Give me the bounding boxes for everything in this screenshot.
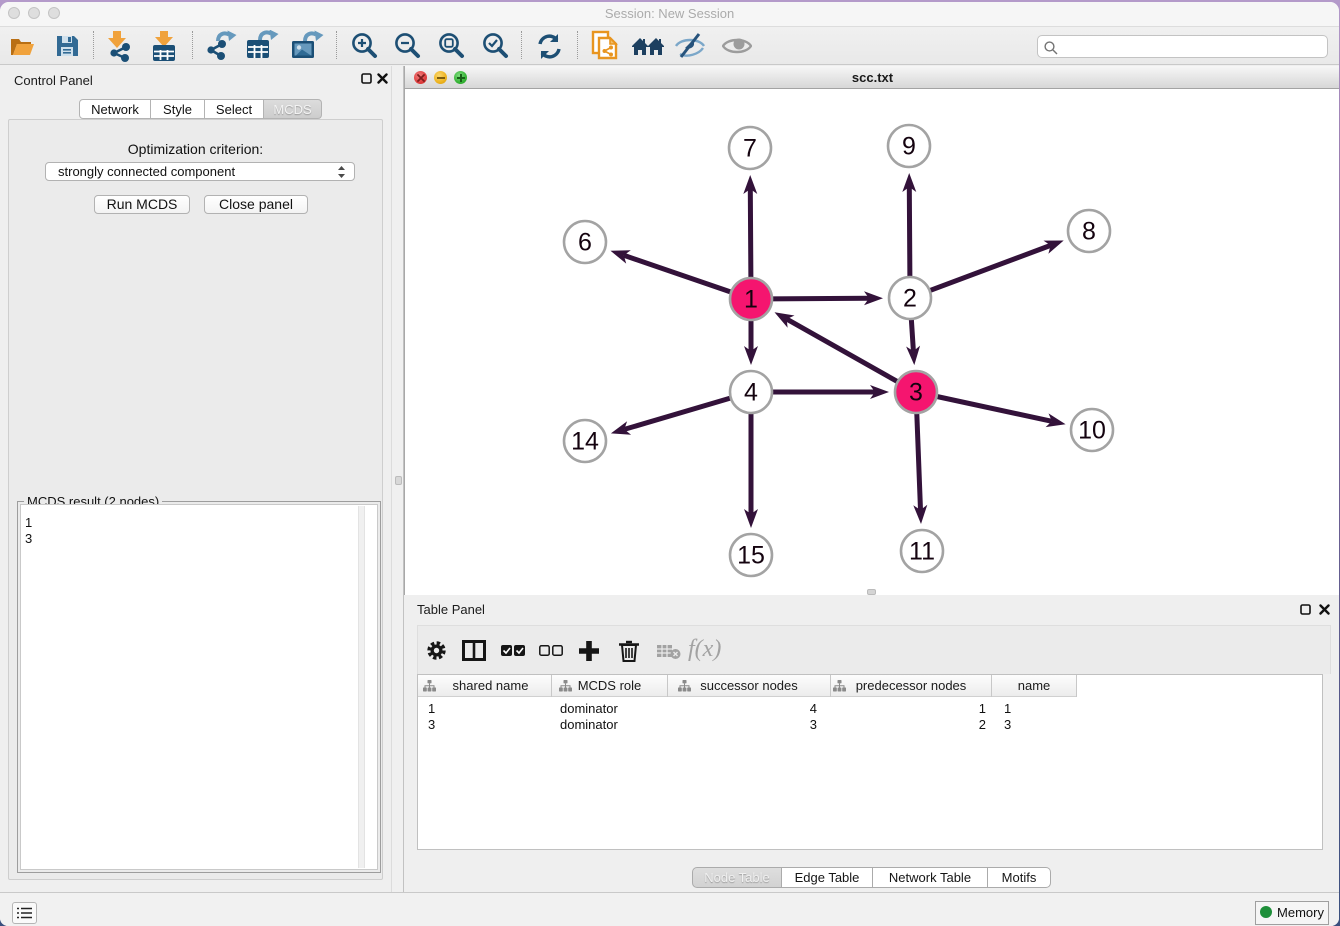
svg-text:3: 3 bbox=[909, 379, 923, 407]
svg-text:7: 7 bbox=[743, 135, 757, 163]
svg-text:15: 15 bbox=[737, 542, 765, 570]
svg-text:4: 4 bbox=[744, 379, 758, 407]
svg-text:6: 6 bbox=[578, 229, 592, 257]
svg-text:8: 8 bbox=[1082, 218, 1096, 246]
svg-text:14: 14 bbox=[571, 428, 599, 456]
svg-text:11: 11 bbox=[909, 538, 935, 566]
svg-text:9: 9 bbox=[902, 133, 916, 161]
svg-text:1: 1 bbox=[744, 286, 758, 314]
svg-text:10: 10 bbox=[1078, 417, 1106, 445]
svg-text:2: 2 bbox=[903, 285, 917, 313]
